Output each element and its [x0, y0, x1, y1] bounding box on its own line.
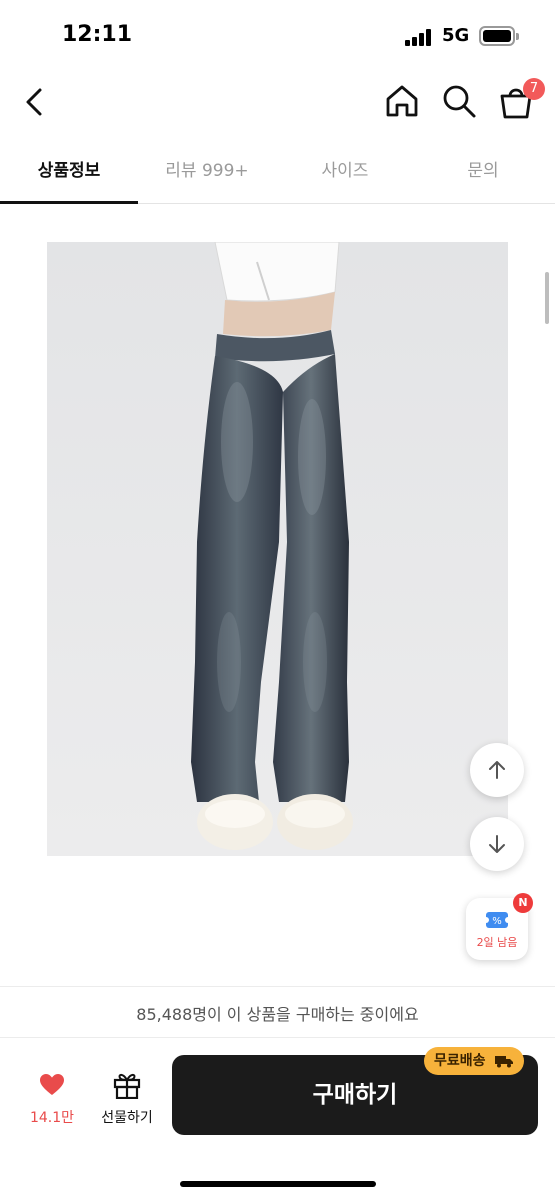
status-time: 12:11: [62, 22, 133, 47]
status-bar: 12:11 5G: [0, 0, 555, 72]
tab-reviews[interactable]: 리뷰 999+: [138, 140, 276, 204]
search-icon[interactable]: [440, 82, 478, 120]
battery-icon: [479, 26, 519, 46]
gift-icon: [113, 1073, 141, 1099]
coupon-icon: %: [485, 912, 509, 928]
product-image: [47, 242, 508, 856]
home-icon[interactable]: [383, 82, 421, 120]
free-shipping-badge: 무료배송: [424, 1047, 525, 1075]
coupon-label: 2일 남음: [476, 936, 518, 949]
nav-header: [0, 72, 555, 132]
like-button[interactable]: 14.1만: [22, 1069, 82, 1129]
divider: [0, 1037, 555, 1038]
buyers-info: 85,488명이 이 상품을 구매하는 중이에요: [136, 1005, 419, 1024]
signal-icon: [405, 28, 437, 46]
truck-icon: [495, 1056, 514, 1068]
coupon-new-badge: N: [513, 893, 533, 913]
arrow-up-icon: [489, 761, 505, 779]
svg-text:%: %: [492, 916, 502, 927]
like-count: 14.1만: [29, 1110, 75, 1126]
network-type: 5G: [442, 25, 470, 46]
purchase-bar: 85,488명이 이 상품을 구매하는 중이에요 14.1만 선물하기 구매하기…: [0, 986, 555, 1200]
heart-icon: [40, 1074, 64, 1095]
tab-product-info[interactable]: 상품정보: [0, 140, 138, 204]
gift-label: 선물하기: [101, 1110, 153, 1126]
arrow-down-icon: [489, 835, 505, 853]
tab-size[interactable]: 사이즈: [276, 140, 414, 204]
scroll-down-button[interactable]: [470, 817, 524, 871]
cart-count-badge: 7: [523, 78, 545, 100]
free-shipping-label: 무료배송: [434, 1053, 486, 1069]
scroll-up-button[interactable]: [470, 743, 524, 797]
scrollbar[interactable]: [545, 272, 549, 324]
product-tabs: 상품정보 리뷰 999+ 사이즈 문의: [0, 140, 555, 204]
back-icon[interactable]: [18, 84, 54, 120]
gift-button[interactable]: 선물하기: [92, 1069, 162, 1129]
home-indicator: [180, 1181, 376, 1187]
tab-inquiry[interactable]: 문의: [414, 140, 552, 204]
